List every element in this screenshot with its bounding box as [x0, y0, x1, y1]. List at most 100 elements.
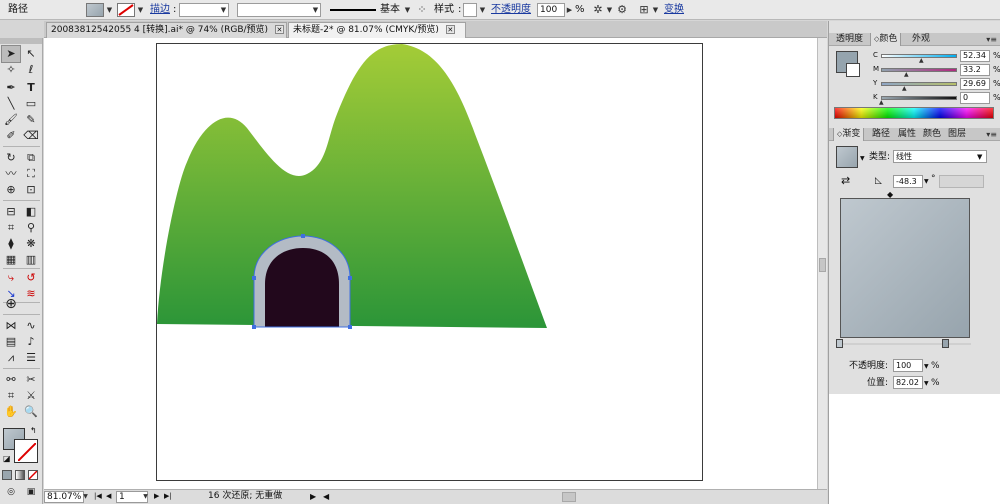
- magic-wand-tool-icon[interactable]: ✧: [2, 62, 20, 78]
- artboard-tool-icon[interactable]: ▥: [22, 252, 40, 268]
- stroke-swatch-none[interactable]: [117, 3, 135, 17]
- gradient-tool-icon[interactable]: ◧: [22, 204, 40, 220]
- recolor-dropdown-icon[interactable]: ▼: [606, 2, 613, 18]
- fill-dropdown-icon[interactable]: ▼: [106, 2, 113, 18]
- artboard[interactable]: [156, 43, 703, 481]
- magenta-slider[interactable]: [881, 68, 957, 72]
- default-colors-icon[interactable]: ◪: [3, 454, 11, 463]
- line-tool-icon[interactable]: ╲: [2, 96, 20, 112]
- scale-tool-icon[interactable]: ⧉: [22, 150, 40, 166]
- align-icon[interactable]: ⊞: [636, 2, 652, 18]
- recolor-artwork-icon[interactable]: ✲: [590, 2, 606, 18]
- gradient-stop-left[interactable]: [836, 339, 843, 348]
- zigzag-tool-icon[interactable]: ⩘: [2, 350, 20, 366]
- stroke-weight-dropdown-icon[interactable]: ▼: [220, 2, 227, 18]
- black-value-field[interactable]: 0: [960, 92, 990, 104]
- list-tool-icon[interactable]: ☰: [22, 350, 40, 366]
- magenta-value-field[interactable]: 33.2: [960, 64, 990, 76]
- perspective-grid-tool-icon[interactable]: ⊟: [2, 204, 20, 220]
- stop-opacity-dropdown-icon[interactable]: ▼: [924, 361, 929, 373]
- hand-tool-icon[interactable]: ✋: [2, 404, 20, 420]
- stop-location-dropdown-icon[interactable]: ▼: [924, 378, 929, 390]
- align-dropdown-icon[interactable]: ▼: [652, 2, 659, 18]
- brush-definition-icon[interactable]: ⁘: [414, 2, 430, 18]
- anchor-point[interactable]: [301, 234, 305, 238]
- slider-knob-icon[interactable]: ▲: [879, 100, 884, 106]
- prev-artboard-button[interactable]: ◀: [106, 491, 111, 503]
- tab-layers[interactable]: 图层: [945, 128, 969, 141]
- paintbrush-tool-icon[interactable]: 🖌: [2, 112, 20, 128]
- anchor-point[interactable]: [348, 276, 352, 280]
- lasso-tool-icon[interactable]: ℓ: [22, 62, 40, 78]
- anchor-point[interactable]: [252, 325, 256, 329]
- eraser-tool-icon[interactable]: ⌫: [22, 128, 40, 144]
- artboard-dropdown-icon[interactable]: ▼: [142, 491, 149, 503]
- gradient-type-select[interactable]: 线性: [893, 150, 987, 163]
- last-artboard-button[interactable]: ▶|: [164, 491, 172, 503]
- tab-transparency[interactable]: 透明度: [833, 33, 866, 46]
- zoom-dropdown-icon[interactable]: ▼: [82, 491, 89, 503]
- tunnel-opening[interactable]: [265, 248, 339, 327]
- scroll-left-arrow-icon[interactable]: ◀: [323, 491, 329, 503]
- gradient-stop-right[interactable]: [942, 339, 949, 348]
- toolbox-grip[interactable]: [0, 38, 42, 44]
- reverse-gradient-icon[interactable]: ⇄: [841, 175, 850, 187]
- opacity-link[interactable]: 不透明度: [491, 2, 531, 18]
- rotate-tool-icon[interactable]: ↻: [2, 150, 20, 166]
- symbol-sprayer-tool-icon[interactable]: ❋: [22, 236, 40, 252]
- stroke-dropdown-icon[interactable]: ▼: [137, 2, 144, 18]
- color-spectrum-bar[interactable]: [834, 107, 994, 119]
- tab-document-2[interactable]: 未标题-2* @ 81.07% (CMYK/预览) ✕: [288, 22, 466, 38]
- free-transform-tool-icon[interactable]: ⛶: [22, 166, 40, 182]
- panel-menu-icon[interactable]: ▾≡: [986, 128, 997, 141]
- none-mode-icon[interactable]: [28, 470, 38, 480]
- gear-icon[interactable]: ⚙: [614, 2, 630, 18]
- first-artboard-button[interactable]: |◀: [94, 491, 102, 503]
- stop-opacity-field[interactable]: 100: [893, 359, 923, 372]
- panel-menu-icon[interactable]: ▾≡: [986, 33, 997, 46]
- custom-tool-a-icon[interactable]: ⤷: [2, 270, 20, 286]
- transform-link[interactable]: 变换: [664, 2, 684, 18]
- tab-color-2[interactable]: 颜色: [920, 128, 944, 141]
- type-tool-icon[interactable]: T: [22, 80, 40, 96]
- fill-swatch[interactable]: [86, 3, 104, 17]
- anchor-point[interactable]: [252, 276, 256, 280]
- scissors-tool-icon[interactable]: ✂: [22, 372, 40, 388]
- pen-tool-icon[interactable]: ✒: [2, 80, 20, 96]
- anchor-point[interactable]: [348, 325, 352, 329]
- warp-tool-icon[interactable]: 〰: [2, 166, 20, 182]
- crop-tool-icon[interactable]: ⌗: [2, 388, 20, 404]
- wave-tool-icon[interactable]: ∿: [22, 318, 40, 334]
- variable-width-dropdown-icon[interactable]: ▼: [312, 2, 319, 18]
- column-graph-tool-icon[interactable]: ▦: [2, 252, 20, 268]
- blob-brush-tool-icon[interactable]: ✐: [2, 128, 20, 144]
- direct-selection-tool-icon[interactable]: ↖: [22, 46, 40, 62]
- yellow-value-field[interactable]: 29.69: [960, 78, 990, 90]
- opacity-arrow-icon[interactable]: ▶: [566, 2, 573, 18]
- eyedropper-tool-icon[interactable]: ⚲: [22, 220, 40, 236]
- tab-gradient[interactable]: ◇渐变: [833, 128, 865, 141]
- cyan-value-field[interactable]: 52.34: [960, 50, 990, 62]
- gradient-swatch-dropdown-icon[interactable]: ▼: [860, 153, 865, 165]
- variable-width-field[interactable]: [237, 3, 321, 17]
- stroke-profile-dropdown-icon[interactable]: ▼: [404, 2, 411, 18]
- color-mode-icon[interactable]: [2, 470, 12, 480]
- shape-builder-tool-icon[interactable]: ⊕: [2, 182, 20, 198]
- tab-document-1[interactable]: 20083812542055 4 [转换].ai* @ 74% (RGB/预览)…: [46, 22, 287, 38]
- pencil-tool-icon[interactable]: ✎: [22, 112, 40, 128]
- gradient-slider[interactable]: [839, 343, 971, 345]
- gradient-swatch-preview[interactable]: [836, 146, 858, 168]
- tab-color[interactable]: ◇颜色: [870, 33, 902, 46]
- stroke-color-box[interactable]: [14, 439, 38, 463]
- knife-tool-icon[interactable]: ⚔: [22, 388, 40, 404]
- horizontal-scroll-thumb[interactable]: [562, 492, 576, 502]
- slice-tool-icon[interactable]: ⚯: [2, 372, 20, 388]
- fill-stroke-widget[interactable]: ↰ ◪: [3, 426, 41, 464]
- close-icon[interactable]: ✕: [445, 25, 455, 34]
- envelope-tool-icon[interactable]: ⋈: [2, 318, 20, 334]
- rectangle-tool-icon[interactable]: ▭: [22, 96, 40, 112]
- color-stroke-preview[interactable]: [846, 63, 860, 77]
- angle-dropdown-icon[interactable]: ▼: [924, 176, 929, 188]
- live-paint-tool-icon[interactable]: ⊡: [22, 182, 40, 198]
- stop-location-field[interactable]: 82.02: [893, 376, 923, 389]
